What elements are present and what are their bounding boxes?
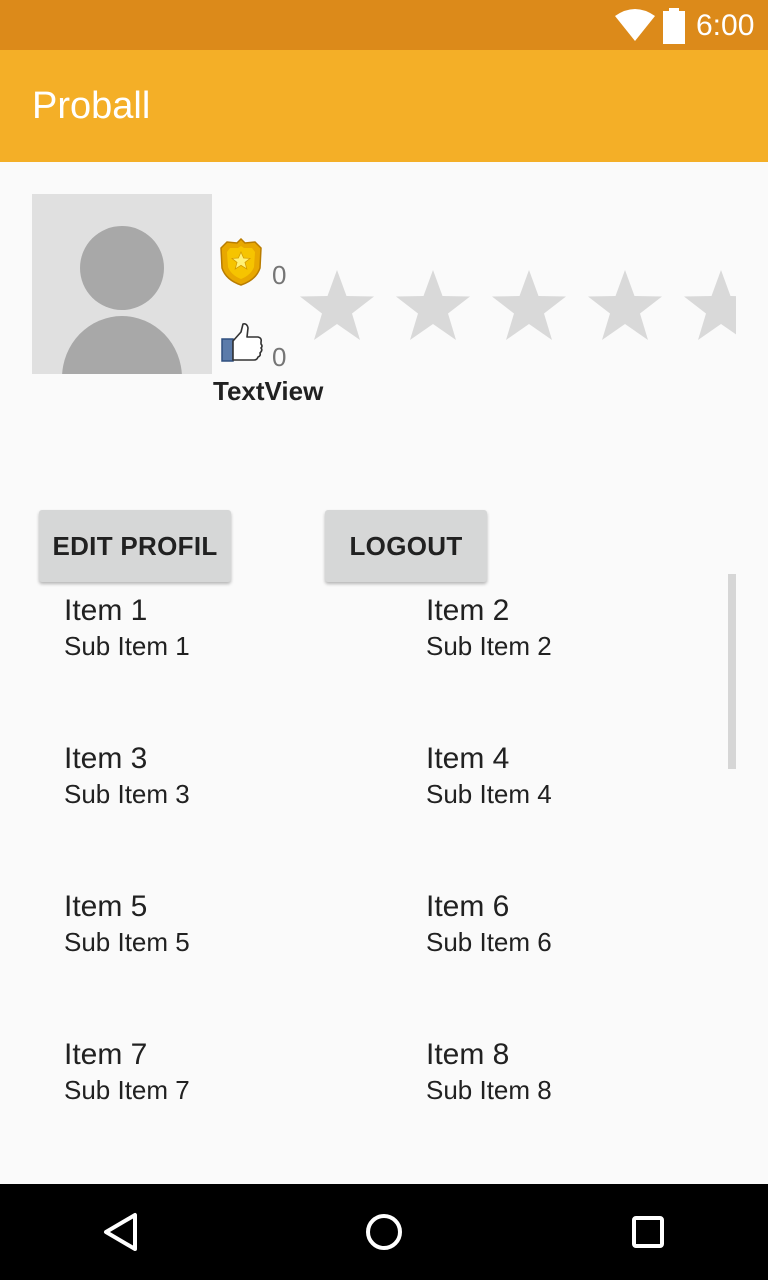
battery-icon (663, 8, 685, 44)
grid-item-title: Item 5 (64, 890, 148, 923)
grid-item-subtitle: Sub Item 6 (426, 927, 552, 957)
grid-item-title: Item 2 (426, 594, 510, 627)
grid-item[interactable]: Item 3 Sub Item 3 (64, 742, 364, 882)
police-badge-icon (220, 238, 262, 286)
items-grid[interactable]: Item 1 Sub Item 1 Item 2 Sub Item 2 Item… (0, 582, 768, 1182)
like-count: 0 (272, 342, 287, 372)
grid-item-subtitle: Sub Item 2 (426, 631, 552, 661)
username-label: TextView (213, 376, 324, 406)
edit-profile-button[interactable]: EDIT PROFIL (39, 510, 231, 582)
avatar-placeholder-icon (32, 194, 212, 374)
grid-item-title: Item 3 (64, 742, 148, 775)
recents-icon[interactable] (618, 1202, 678, 1262)
status-bar: 6:00 (0, 0, 768, 50)
grid-item[interactable]: Item 7 Sub Item 7 (64, 1038, 364, 1178)
rating-star-icon[interactable] (296, 266, 378, 348)
grid-item-subtitle: Sub Item 5 (64, 927, 190, 957)
grid-item-title: Item 7 (64, 1038, 148, 1071)
grid-item-subtitle: Sub Item 7 (64, 1075, 190, 1105)
rating-star-icon[interactable] (488, 266, 570, 348)
logout-button[interactable]: LOGOUT (325, 510, 487, 582)
grid-item-title: Item 6 (426, 890, 510, 923)
app-title: Proball (32, 85, 151, 127)
grid-item[interactable]: Item 4 Sub Item 4 (426, 742, 726, 882)
rating-bar[interactable] (296, 266, 736, 348)
logout-label: LOGOUT (349, 530, 463, 561)
screen: 6:00 Proball 0 0 TextView EDIT PROFIL LO… (0, 0, 768, 1280)
status-clock: 6:00 (696, 9, 755, 42)
grid-item-title: Item 4 (426, 742, 510, 775)
wifi-icon (615, 9, 655, 41)
grid-item-subtitle: Sub Item 3 (64, 779, 190, 809)
rating-star-icon[interactable] (584, 266, 666, 348)
grid-item-subtitle: Sub Item 8 (426, 1075, 552, 1105)
grid-item[interactable]: Item 5 Sub Item 5 (64, 890, 364, 1030)
navigation-bar (0, 1184, 768, 1280)
rating-star-icon[interactable] (392, 266, 474, 348)
badge-count: 0 (272, 260, 287, 290)
thumbs-up-icon (221, 323, 263, 362)
grid-item-title: Item 8 (426, 1038, 510, 1071)
grid-item[interactable]: Item 8 Sub Item 8 (426, 1038, 726, 1178)
app-bar: Proball (0, 50, 768, 162)
back-icon[interactable] (90, 1202, 150, 1262)
grid-item[interactable]: Item 6 Sub Item 6 (426, 890, 726, 1030)
edit-profile-label: EDIT PROFIL (52, 530, 218, 561)
grid-item-subtitle: Sub Item 4 (426, 779, 552, 809)
rating-star-icon[interactable] (680, 266, 736, 348)
grid-item-subtitle: Sub Item 1 (64, 631, 190, 661)
grid-item[interactable]: Item 2 Sub Item 2 (426, 594, 726, 734)
profile-avatar[interactable] (32, 194, 212, 374)
home-icon[interactable] (354, 1202, 414, 1262)
grid-scrollbar[interactable] (728, 574, 736, 769)
grid-item-title: Item 1 (64, 594, 148, 627)
grid-item[interactable]: Item 1 Sub Item 1 (64, 594, 364, 734)
